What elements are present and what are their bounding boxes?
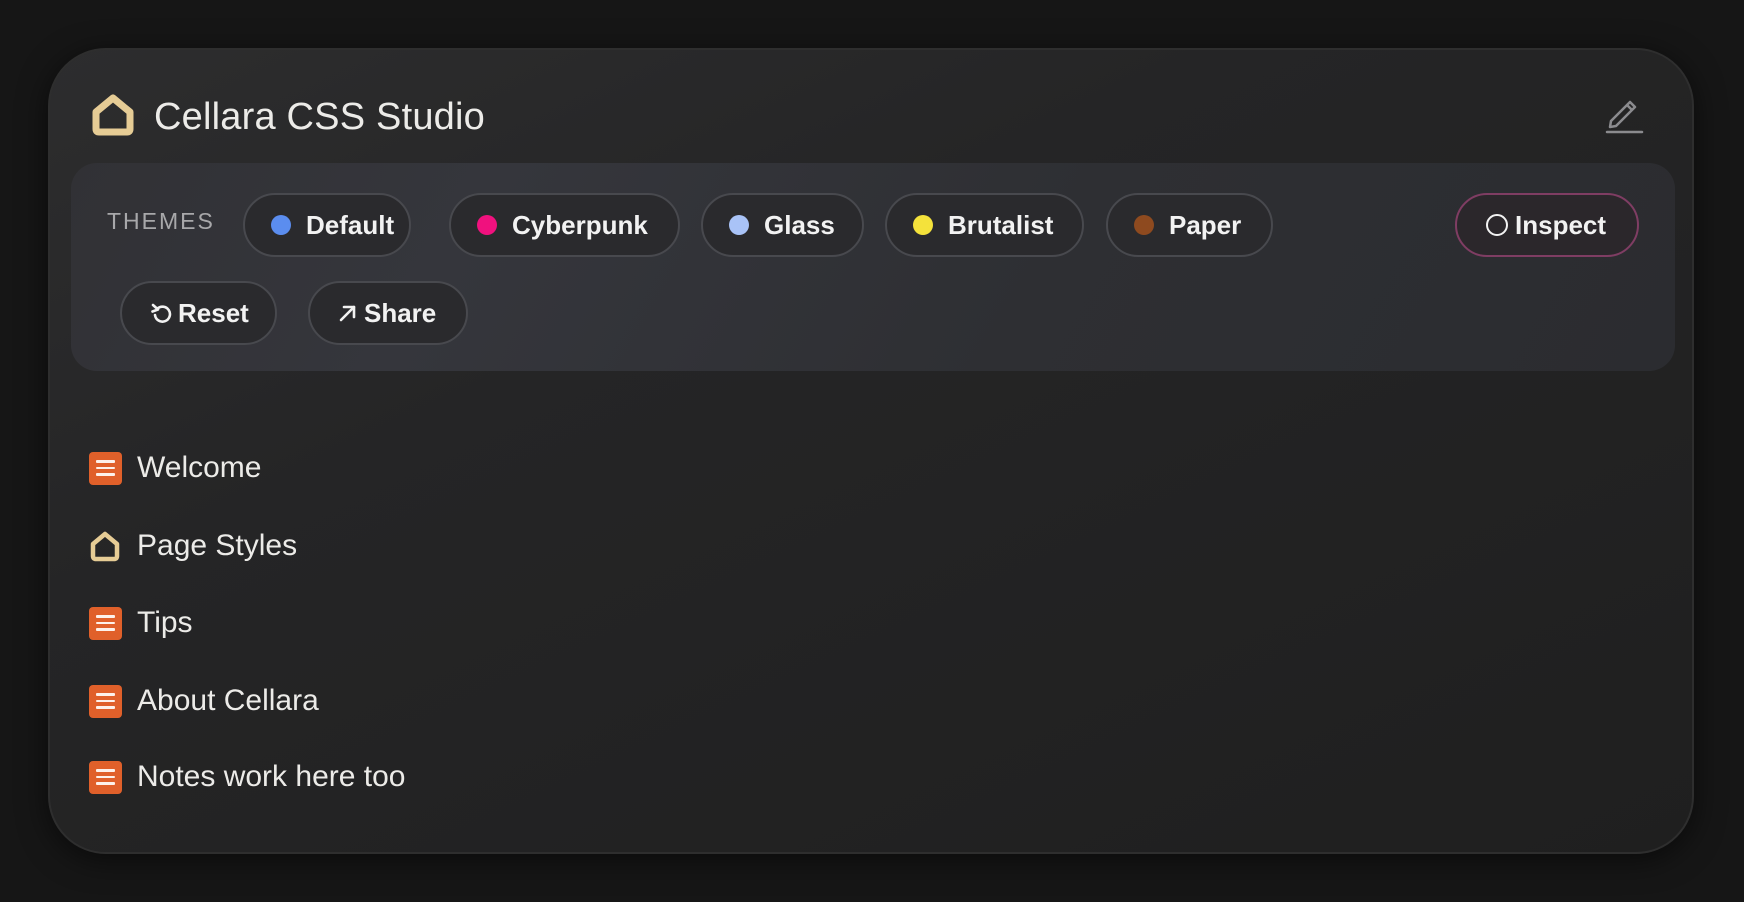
theme-chip-brutalist[interactable]: Brutalist: [885, 193, 1084, 257]
reset-button[interactable]: Reset: [120, 281, 277, 345]
theme-color-dot: [271, 215, 291, 235]
theme-chip-label: Paper: [1169, 209, 1242, 240]
theme-chip-paper[interactable]: Paper: [1106, 193, 1273, 257]
studio-card: Cellara CSS Studio THEMES Default Cyberp…: [48, 48, 1694, 854]
page-item-label: About Cellara: [137, 684, 319, 717]
theme-color-dot: [1134, 215, 1154, 235]
page-item-label: Welcome: [137, 451, 262, 484]
page-item-welcome[interactable]: Welcome: [88, 446, 261, 490]
circle-icon: [1485, 213, 1509, 237]
share-label: Share: [364, 297, 437, 328]
theme-color-dot: [913, 215, 933, 235]
page-item-about-cellara[interactable]: About Cellara: [88, 679, 319, 723]
home-icon: [88, 529, 122, 563]
theme-chip-default[interactable]: Default: [243, 193, 411, 257]
reset-icon: [150, 301, 172, 325]
document-icon: [88, 606, 122, 640]
theme-chip-cyberpunk[interactable]: Cyberpunk: [449, 193, 680, 257]
pencil-icon: [1604, 92, 1644, 139]
document-icon: [88, 760, 122, 794]
page-item-label: Tips: [137, 606, 193, 639]
theme-chip-glass[interactable]: Glass: [701, 193, 864, 257]
page-title: Cellara CSS Studio: [154, 96, 485, 138]
header: Cellara CSS Studio: [90, 92, 485, 143]
page-item-notes-work-here-too[interactable]: Notes work here too: [88, 755, 405, 799]
edit-button[interactable]: [1604, 94, 1644, 136]
page-item-page-styles[interactable]: Page Styles: [88, 524, 297, 568]
home-icon: [90, 92, 136, 143]
theme-color-dot: [729, 215, 749, 235]
theme-chip-label: Brutalist: [948, 209, 1054, 240]
theme-chip-label: Glass: [764, 209, 835, 240]
theme-color-dot: [477, 215, 497, 235]
themes-label: THEMES: [107, 208, 215, 234]
theme-chip-label: Cyberpunk: [512, 209, 648, 240]
inspect-button[interactable]: Inspect: [1455, 193, 1639, 257]
page-item-label: Page Styles: [137, 529, 298, 562]
share-button[interactable]: Share: [308, 281, 468, 345]
document-icon: [88, 684, 122, 718]
reset-label: Reset: [178, 297, 249, 328]
document-icon: [88, 451, 122, 485]
inspect-label: Inspect: [1515, 209, 1607, 240]
theme-chip-label: Default: [306, 209, 395, 240]
page-item-label: Notes work here too: [137, 760, 406, 793]
themes-panel: THEMES Default Cyberpunk Glass Brutalist…: [71, 163, 1675, 371]
arrow-up-right-icon: [338, 303, 358, 323]
page-item-tips[interactable]: Tips: [88, 601, 193, 645]
